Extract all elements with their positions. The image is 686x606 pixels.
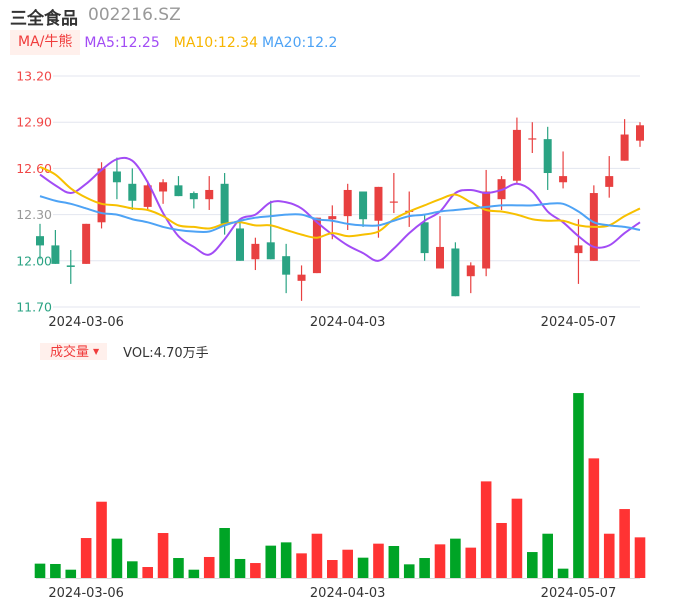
candle-body [482,191,491,269]
candle-body [420,222,429,254]
volume-bar [450,538,461,578]
ma10-line [39,165,641,239]
volume-bar [465,547,477,578]
volume-bar [419,558,430,578]
y-axis-label: 12.00 [16,253,52,268]
candle-body [374,186,383,221]
candle-body [189,193,198,200]
volume-bar [157,533,169,578]
volume-bar [403,564,415,578]
volume-bar [542,533,553,578]
volume-bar [96,501,107,578]
candle-body [82,223,91,264]
candle-body [466,265,475,277]
volume-bar [496,522,507,578]
volume-bar [34,563,46,578]
candle-body [543,139,552,174]
candle-body [359,191,368,220]
candle-body [66,265,75,267]
y-axis-label: 12.60 [16,161,52,176]
volume-bar [80,538,92,578]
candle-body [36,236,44,246]
candle-body [559,176,568,183]
candle-body [282,256,291,275]
y-axis-label: 12.90 [16,115,52,130]
candle-body [451,248,460,297]
candle-body [220,183,229,224]
volume-bar [142,567,153,578]
volume-bar [50,563,61,578]
candle-body [112,171,121,183]
x-axis-label: 2024-05-07 [541,315,617,330]
volume-x-axis-label: 2024-04-03 [310,586,386,601]
volume-bar [127,561,138,578]
volume-bar [588,458,600,578]
candle-body [205,189,214,200]
candle-body [436,246,444,269]
volume-bar [234,558,246,578]
volume-bar [188,569,200,578]
candle-body [605,176,614,187]
volume-bar [573,393,584,578]
candle-body [312,217,321,274]
volume-x-axis-label: 2024-05-07 [541,586,617,601]
candle-body [51,245,60,264]
volume-bar [357,557,369,578]
volume-bar [480,481,492,578]
volume-bar [65,569,77,578]
candle-body [343,189,352,217]
volume-bar [557,568,569,578]
candle-body [251,243,260,260]
candle-body [174,185,183,197]
candle-body [389,201,398,203]
volume-bar [373,543,384,578]
candle-body [528,138,537,140]
volume-bar [219,528,230,578]
y-axis-label: 11.70 [16,300,52,315]
volume-bar [203,556,215,578]
candle-body [512,129,521,181]
candle-body [636,125,644,141]
candle-body [159,182,168,192]
volume-bar [327,560,338,578]
volume-bar [634,537,646,578]
volume-bar [311,533,323,578]
candle-body [128,183,137,201]
volume-bar [173,558,184,578]
candle-body [236,228,244,261]
volume-bar [527,552,538,578]
candle-body [328,216,337,220]
volume-bar [342,549,353,578]
candle-body [266,242,275,260]
x-axis-label: 2024-03-06 [48,315,124,330]
candle-body [620,134,629,161]
volume-x-axis-label: 2024-03-06 [48,586,124,601]
candle-body [297,274,306,281]
volume-bar [296,553,307,578]
volume-bar [111,538,123,578]
candle-body [574,245,583,254]
volume-bar [250,563,261,578]
volume-bar [265,545,277,578]
x-axis-label: 2024-04-03 [310,315,386,330]
volume-bar [603,533,615,578]
y-axis-label: 13.20 [16,69,52,84]
volume-bar [388,545,400,578]
ma5-line [39,156,641,262]
y-axis-label: 12.30 [16,207,52,222]
volume-bar [434,544,446,578]
volume-bar [619,509,630,578]
volume-bar [511,498,523,578]
volume-bar [280,542,292,578]
kline-chart[interactable]: 13.2012.9012.6012.3012.0011.702024-03-06… [0,0,686,606]
